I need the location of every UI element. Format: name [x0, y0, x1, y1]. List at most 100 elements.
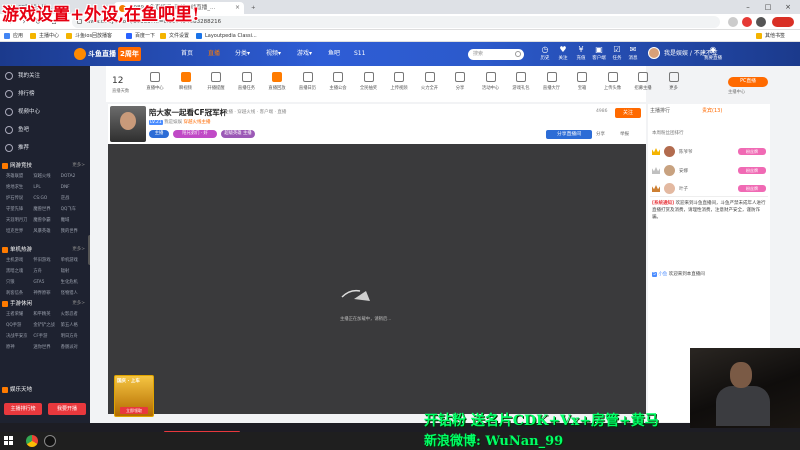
category-item[interactable]: 活动中心	[476, 72, 506, 100]
room-badge[interactable]: 超级英雄 主播	[221, 130, 255, 138]
bookmark-item[interactable]: 百度一下	[126, 30, 155, 42]
section-more-link[interactable]: 更多>	[72, 298, 85, 310]
game-link[interactable]: 风暴英雄	[33, 227, 60, 236]
nav-category[interactable]: 分类▾	[235, 42, 250, 66]
new-tab-button[interactable]: +	[248, 2, 262, 14]
share-link[interactable]: 分享	[596, 131, 605, 137]
game-link[interactable]: 明日方舟	[61, 332, 88, 341]
game-link[interactable]: 单机游戏	[61, 256, 88, 265]
category-item[interactable]: 直播回放	[262, 72, 292, 100]
sidebar-item-follow[interactable]: 我的关注	[0, 68, 90, 84]
start-live-button[interactable]: 我要开播	[48, 403, 86, 415]
pc-live-button[interactable]: PC直播	[728, 77, 768, 87]
nav-game[interactable]: 游戏▾	[297, 42, 312, 66]
tab-vip[interactable]: 贵宾(13)	[702, 107, 722, 114]
category-item[interactable]: 更多	[659, 72, 689, 100]
video-player[interactable]	[108, 144, 646, 414]
game-link[interactable]: 绝地求生	[6, 183, 33, 192]
bookmark-other[interactable]: 其他书签	[756, 30, 785, 42]
category-item[interactable]: 主播公会	[323, 72, 353, 100]
game-link[interactable]: 怀旧游戏	[33, 256, 60, 265]
game-link[interactable]: 方舟	[33, 267, 60, 276]
game-link[interactable]: 原神	[6, 343, 33, 352]
game-link[interactable]: 第五人格	[61, 321, 88, 330]
anchor-rank-button[interactable]: 主播排行榜	[4, 403, 42, 415]
close-tab-icon[interactable]: ×	[235, 2, 240, 14]
sidebar-item-rank[interactable]: 排行榜	[0, 86, 90, 102]
sidebar-item-video[interactable]: 视频中心	[0, 104, 90, 120]
game-link[interactable]: QQ手游	[6, 321, 33, 330]
game-link[interactable]: 火影忍者	[61, 310, 88, 319]
anchor-name[interactable]: 我是娱娱	[164, 120, 182, 125]
site-logo[interactable]: 斗鱼直播 2周年	[74, 47, 154, 61]
section-more-link[interactable]: 更多>	[72, 244, 85, 256]
maximize-icon[interactable]: □	[758, 0, 778, 14]
game-link[interactable]: 主机游戏	[6, 256, 33, 265]
game-link[interactable]: LPL	[33, 183, 60, 192]
rank-row[interactable]: 陈爷爷 粉丝牌	[652, 145, 768, 159]
category-item[interactable]: 开播提醒	[201, 72, 231, 100]
share-room-button[interactable]: 分享直播间	[546, 130, 592, 139]
game-link[interactable]: 英雄联盟	[6, 172, 33, 181]
sidebar-item-fishbar[interactable]: 鱼吧	[0, 122, 90, 138]
game-link[interactable]: 金铲铲之战	[33, 321, 60, 330]
game-link[interactable]: 香肠派对	[61, 343, 88, 352]
category-item[interactable]: 分享	[445, 72, 475, 100]
room-badge[interactable]: 主播	[149, 130, 169, 138]
game-link[interactable]: 我的世界	[61, 227, 88, 236]
close-window-icon[interactable]: ×	[778, 0, 798, 14]
bookmark-item[interactable]: 主播中心	[30, 30, 59, 42]
game-link[interactable]: 决战平安京	[6, 332, 33, 341]
game-link[interactable]: 坦克世界	[6, 227, 33, 236]
game-link[interactable]: 只狼	[6, 278, 33, 287]
room-badge[interactable]: 陪兄弟们 · 好	[173, 130, 217, 138]
message-icon[interactable]: ✉ 消息	[624, 45, 642, 65]
section-more-link[interactable]: 更多>	[72, 160, 85, 172]
follow-icon[interactable]: ♥ 关注	[554, 45, 572, 65]
tab-anchor-rank[interactable]: 主播排行	[650, 107, 670, 114]
category-item[interactable]: 火力全开	[415, 72, 445, 100]
category-item[interactable]: 直播中心	[140, 72, 170, 100]
game-link[interactable]: 神界原罪	[33, 289, 60, 298]
game-link[interactable]: CF手游	[33, 332, 60, 341]
category-item[interactable]: 游戏礼包	[506, 72, 536, 100]
nav-live[interactable]: 直播	[208, 42, 220, 66]
category-item[interactable]: 宝箱	[567, 72, 597, 100]
sidebar-section-title[interactable]: 手游休闲 更多>	[0, 298, 90, 310]
sidebar-section-title[interactable]: 单机热游 更多>	[0, 244, 90, 256]
charge-icon[interactable]: ¥ 充值	[572, 45, 590, 65]
minimize-icon[interactable]: –	[738, 0, 758, 14]
history-icon[interactable]: ◷ 历史	[536, 45, 554, 65]
game-link[interactable]: 刺客信条	[6, 289, 33, 298]
app-icon[interactable]: ▣ 客户端	[590, 45, 608, 65]
game-link[interactable]: QQ飞车	[61, 205, 88, 214]
bookmark-item[interactable]: 斗鱼ios回放播客	[66, 30, 112, 42]
search-input[interactable]: 搜索	[468, 49, 524, 60]
chat-username[interactable]: 小鱼	[658, 272, 667, 277]
game-link[interactable]: 辐射	[61, 267, 88, 276]
nav-s11[interactable]: S11	[354, 42, 365, 66]
search-icon[interactable]	[515, 51, 521, 57]
rank-row[interactable]: 叶子 粉丝牌	[652, 182, 768, 196]
game-link[interactable]: 炉石传说	[6, 194, 33, 203]
game-link[interactable]: DOTA2	[61, 172, 88, 181]
category-item[interactable]: 全民抽奖	[354, 72, 384, 100]
game-link[interactable]: CS:GO	[33, 194, 60, 203]
rank-row[interactable]: 安娜 粉丝牌	[652, 164, 768, 178]
game-link[interactable]: 王者荣耀	[6, 310, 33, 319]
update-button[interactable]	[772, 17, 794, 27]
game-link[interactable]: 和平精英	[33, 310, 60, 319]
promo-button[interactable]: 立即领取	[120, 407, 148, 414]
category-item[interactable]: 直播日历	[293, 72, 323, 100]
category-item[interactable]: 直播任务	[232, 72, 262, 100]
star-icon[interactable]	[728, 17, 738, 27]
game-link[interactable]: 魔兽世界	[33, 205, 60, 214]
header-username[interactable]: 我是娱娱 / 不建不立	[664, 42, 718, 66]
nav-fishbar[interactable]: 鱼吧	[328, 42, 340, 66]
bookmark-item[interactable]: 文件设置	[160, 30, 189, 42]
game-link[interactable]: 逆战	[61, 194, 88, 203]
follow-button[interactable]: 关注	[615, 108, 641, 118]
windows-start-icon[interactable]	[4, 436, 14, 446]
bookmark-item[interactable]: Layoutpedia Classi...	[196, 30, 257, 42]
game-link[interactable]: GTA5	[33, 278, 60, 287]
